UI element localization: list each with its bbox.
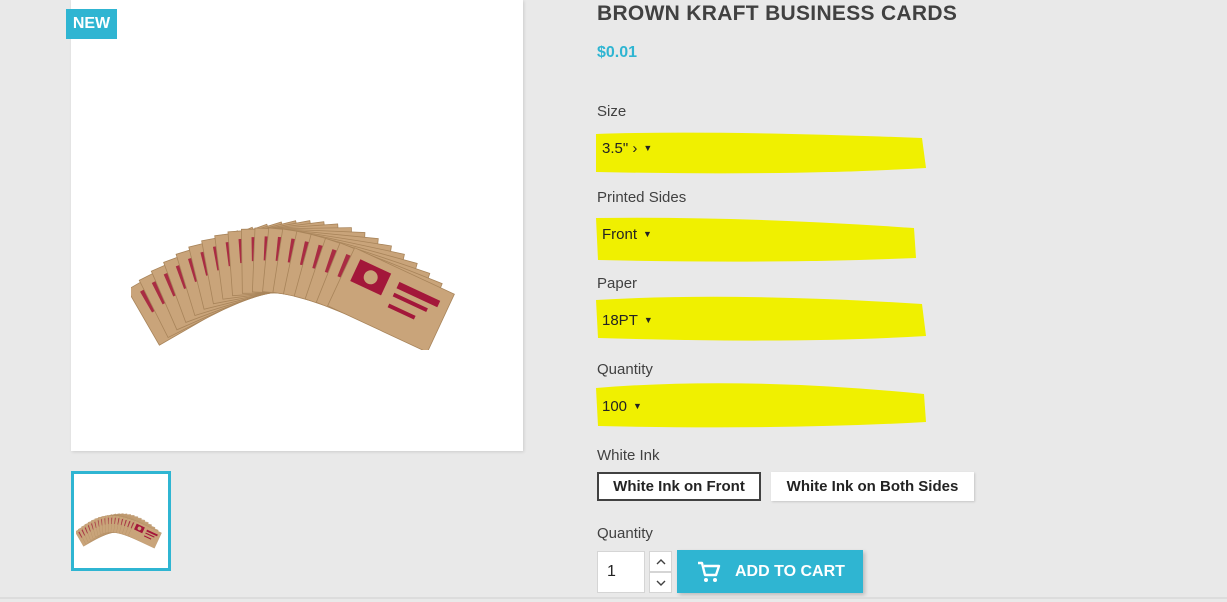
page-divider [0, 597, 1227, 599]
printed-sides-label: Printed Sides [597, 189, 687, 206]
paper-label: Paper [597, 275, 638, 292]
business-cards-thumbnail-image [76, 513, 162, 549]
caret-down-icon: ▼ [643, 229, 652, 239]
quantity-option-label: Quantity [597, 361, 653, 378]
quantity-option-select-value: 100 [602, 397, 628, 415]
paper-select[interactable]: 18PT ▼ [597, 304, 659, 336]
product-price: $0.01 [597, 44, 638, 61]
printed-sides-select-value: Front [602, 225, 638, 243]
size-select-value: 3.5" › [602, 139, 638, 157]
paper-select-value: 18PT [602, 311, 638, 329]
chevron-up-icon [656, 556, 666, 568]
white-ink-front-button[interactable]: White Ink on Front [597, 472, 761, 501]
quantity-decrease-button[interactable] [649, 572, 672, 593]
caret-down-icon: ▼ [643, 315, 653, 325]
add-to-cart-button[interactable]: ADD TO CART [677, 550, 863, 593]
caret-down-icon: ▼ [633, 401, 642, 411]
add-to-cart-label: ADD TO CART [735, 562, 845, 580]
business-cards-image [131, 220, 455, 350]
white-ink-both-sides-button[interactable]: White Ink on Both Sides [771, 472, 974, 501]
printed-sides-select[interactable]: Front ▼ [597, 218, 659, 250]
product-title: BROWN KRAFT BUSINESS CARDS [597, 2, 958, 25]
quantity-option-select[interactable]: 100 ▼ [597, 390, 659, 422]
white-ink-label: White Ink [597, 447, 660, 464]
product-main-image[interactable] [71, 0, 523, 451]
quantity-increase-button[interactable] [649, 551, 672, 572]
caret-down-icon: ▼ [643, 143, 653, 153]
chevron-down-icon [656, 577, 666, 589]
size-label: Size [597, 103, 627, 120]
cart-quantity-label: Quantity [597, 525, 653, 542]
shopping-cart-icon [697, 561, 721, 583]
new-badge: NEW [66, 9, 117, 39]
quantity-input[interactable]: 1 [597, 551, 645, 593]
size-select[interactable]: 3.5" › ▼ [597, 132, 657, 164]
product-thumbnail[interactable] [71, 471, 171, 571]
